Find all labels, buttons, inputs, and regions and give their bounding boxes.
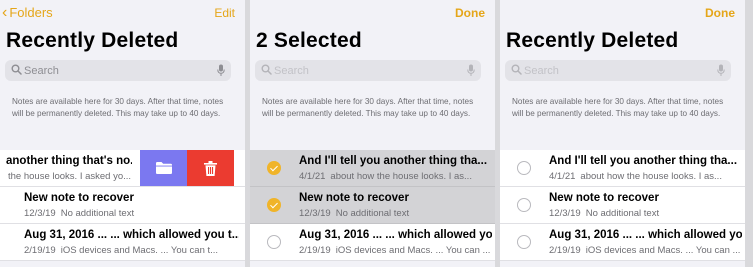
selection-circle-icon[interactable] xyxy=(517,235,531,249)
notes-list: another thing that's no... the house loo… xyxy=(0,150,245,261)
note-title: Aug 31, 2016 ... ... which allowed yo... xyxy=(299,229,492,241)
note-preview: iOS devices and Macs. ... You can ... xyxy=(335,245,491,256)
note-meta: 2/19/19 iOS devices and Macs. ... You can… xyxy=(549,245,742,256)
list-item[interactable]: Aug 31, 2016 ... ... which allowed yo...… xyxy=(500,224,745,261)
chevron-left-icon: ‹ xyxy=(2,4,8,21)
notes-list: And I'll tell you another thing tha... 4… xyxy=(500,150,745,261)
list-item[interactable]: New note to recover 12/3/19 No additional… xyxy=(0,187,245,224)
note-title: And I'll tell you another thing tha... xyxy=(549,155,738,167)
note-preview: about how the house looks. I as... xyxy=(580,171,722,182)
note-meta: 2/19/19 iOS devices and Macs. ... You can… xyxy=(299,245,492,256)
back-button[interactable]: ‹ Folders xyxy=(2,4,53,21)
note-date: 4/1/21 xyxy=(549,171,576,182)
search-icon xyxy=(511,64,522,75)
search-bar[interactable] xyxy=(505,60,731,81)
search-input[interactable] xyxy=(524,60,709,81)
note-date: 12/3/19 xyxy=(549,208,581,219)
list-item[interactable]: And I'll tell you another thing tha... 4… xyxy=(250,150,495,187)
done-button[interactable]: Done xyxy=(455,6,485,20)
move-to-folder-button[interactable] xyxy=(140,150,187,186)
microphone-icon[interactable] xyxy=(217,64,225,77)
list-item[interactable]: Aug 31, 2016 ... ... which allowed you t… xyxy=(0,224,245,261)
note-preview: iOS devices and Macs. ... You can ... xyxy=(585,245,741,256)
search-icon xyxy=(261,64,272,75)
note-meta: 12/3/19 No additional text xyxy=(549,208,742,219)
list-item[interactable]: another thing that's no... the house loo… xyxy=(0,150,245,187)
note-date: 2/19/19 xyxy=(24,245,56,256)
note-title: Aug 31, 2016 ... ... which allowed you t… xyxy=(24,229,239,241)
search-bar[interactable] xyxy=(255,60,481,81)
note-meta: 12/3/19 No additional text xyxy=(24,208,239,219)
search-input[interactable] xyxy=(24,60,209,81)
search-bar[interactable] xyxy=(5,60,231,81)
search-input[interactable] xyxy=(274,60,459,81)
page-title: Recently Deleted xyxy=(6,29,179,52)
selection-circle-icon[interactable] xyxy=(517,198,531,212)
list-item[interactable]: New note to recover 12/3/19 No additional… xyxy=(500,187,745,224)
microphone-icon[interactable] xyxy=(467,64,475,77)
note-preview: the house looks. I asked yo... xyxy=(8,171,132,182)
page-title: Recently Deleted xyxy=(506,29,679,52)
note-meta: 12/3/19 No additional text xyxy=(299,208,492,219)
checkmark-selected-icon[interactable] xyxy=(267,198,281,212)
notes-panel-selection: Done 2 Selected Notes are available here… xyxy=(250,0,495,267)
retention-info: Notes are available here for 30 days. Af… xyxy=(512,97,724,118)
folder-icon xyxy=(155,162,172,174)
note-title: New note to recover xyxy=(299,192,409,204)
note-date: 2/19/19 xyxy=(299,245,331,256)
note-title: Aug 31, 2016 ... ... which allowed yo... xyxy=(549,229,742,241)
search-icon xyxy=(11,64,22,75)
note-date: 12/3/19 xyxy=(299,208,331,219)
notes-panel-edit: Done Recently Deleted Notes are availabl… xyxy=(500,0,745,267)
note-title: And I'll tell you another thing tha... xyxy=(299,155,488,167)
note-date: 2/19/19 xyxy=(549,245,581,256)
note-date: 12/3/19 xyxy=(24,208,56,219)
selection-circle-icon[interactable] xyxy=(267,235,281,249)
retention-info: Notes are available here for 30 days. Af… xyxy=(12,97,224,118)
notes-list: And I'll tell you another thing tha... 4… xyxy=(250,150,495,261)
note-preview: iOS devices and Macs. ... You can t... xyxy=(60,245,219,256)
trash-icon xyxy=(204,160,217,176)
retention-info: Notes are available here for 30 days. Af… xyxy=(262,97,474,118)
note-meta: 2/19/19 iOS devices and Macs. ... You can… xyxy=(24,245,239,256)
notes-panel-swipe: ‹ Folders Edit Recently Deleted Notes ar… xyxy=(0,0,245,267)
note-preview: No additional text xyxy=(335,208,410,219)
note-preview: about how the house looks. I as... xyxy=(330,171,472,182)
note-meta: 4/1/21 about how the house looks. I as... xyxy=(299,171,492,182)
done-button[interactable]: Done xyxy=(705,6,735,20)
note-preview: No additional text xyxy=(60,208,135,219)
edit-button[interactable]: Edit xyxy=(214,6,235,20)
list-item[interactable]: Aug 31, 2016 ... ... which allowed yo...… xyxy=(250,224,495,261)
note-meta: 4/1/21 about how the house looks. I as... xyxy=(549,171,742,182)
back-button-label: Folders xyxy=(9,5,53,20)
note-title: another thing that's no... xyxy=(6,155,132,167)
selection-circle-icon[interactable] xyxy=(517,161,531,175)
microphone-icon[interactable] xyxy=(717,64,725,77)
note-date: 4/1/21 xyxy=(299,171,326,182)
note-title: New note to recover xyxy=(24,192,134,204)
delete-button[interactable] xyxy=(187,150,234,186)
note-preview: No additional text xyxy=(585,208,660,219)
list-item[interactable]: New note to recover 12/3/19 No additional… xyxy=(250,187,495,224)
note-title: New note to recover xyxy=(549,192,659,204)
checkmark-selected-icon[interactable] xyxy=(267,161,281,175)
page-title: 2 Selected xyxy=(256,29,362,52)
list-item[interactable]: And I'll tell you another thing tha... 4… xyxy=(500,150,745,187)
